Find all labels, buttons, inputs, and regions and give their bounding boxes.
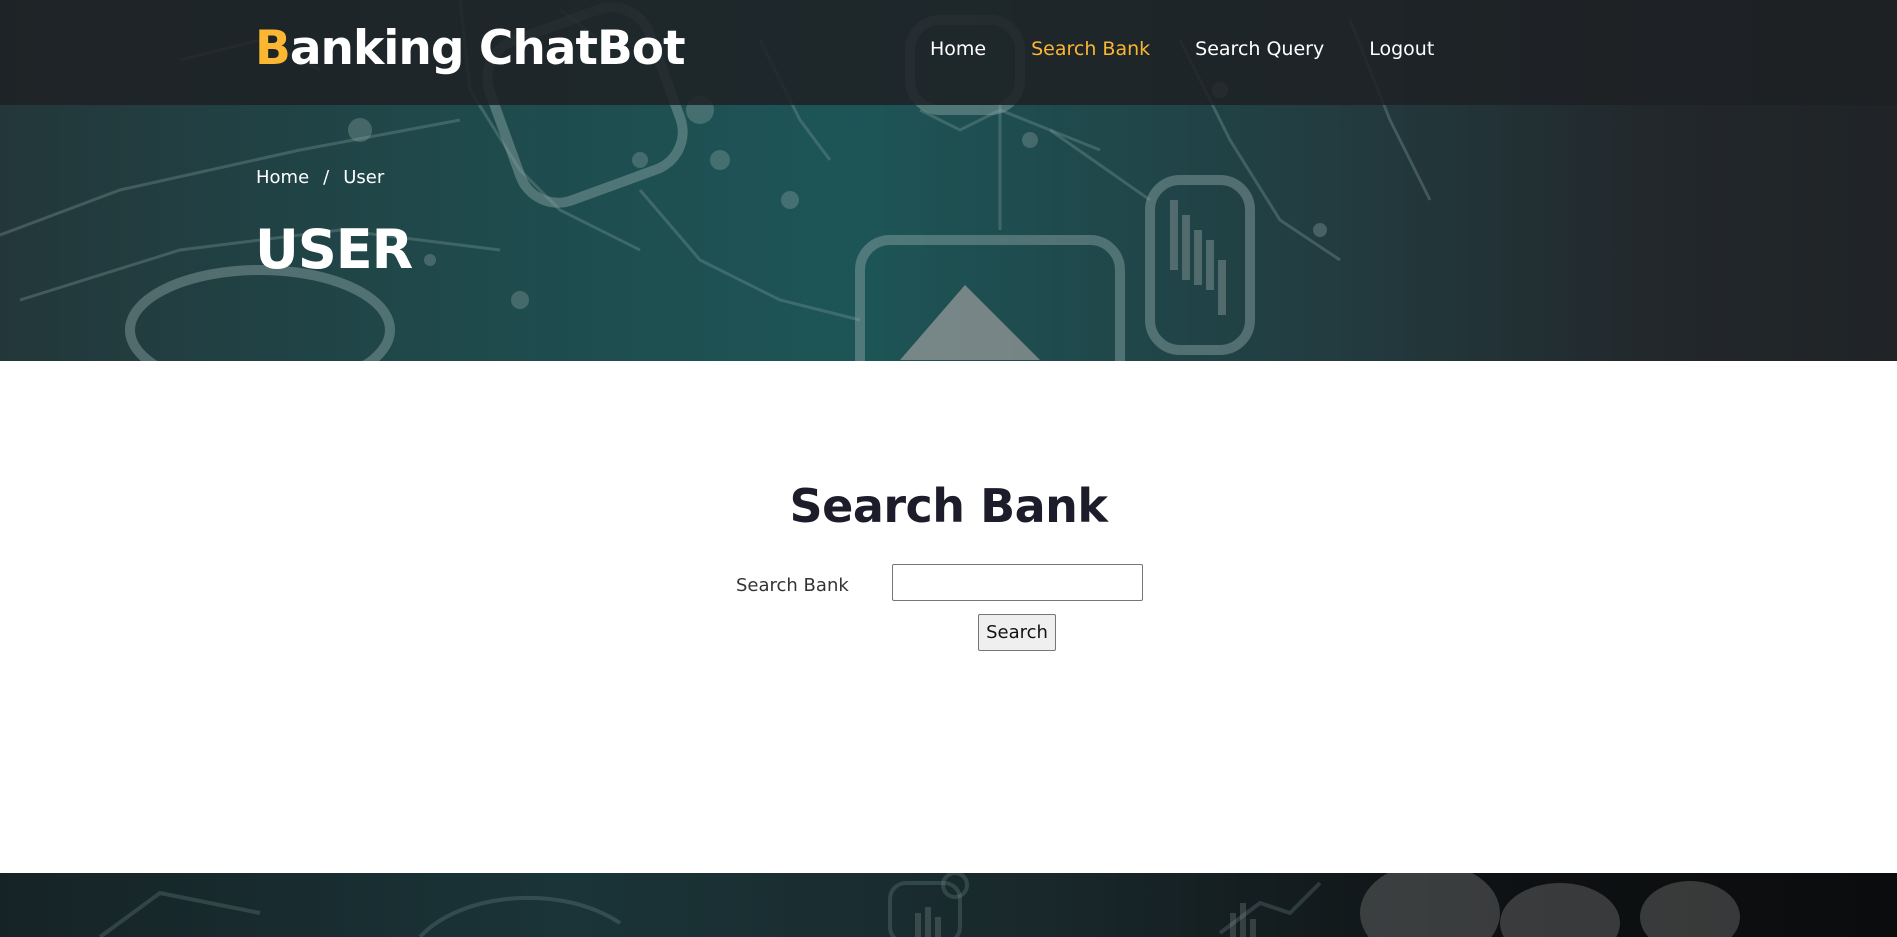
brand-logo-text: anking ChatBot — [289, 21, 686, 76]
page-title: USER — [255, 218, 413, 281]
breadcrumb-home-link[interactable]: Home — [256, 167, 309, 188]
page-footer — [0, 873, 1897, 937]
breadcrumb: Home / User — [256, 166, 384, 190]
main-nav: Home Search Bank Search Query Logout — [930, 36, 1479, 62]
search-bank-label: Search Bank — [736, 575, 849, 596]
search-bank-input[interactable] — [892, 564, 1143, 601]
footer-background-illustration — [98, 873, 1740, 937]
nav-item-search-query[interactable]: Search Query — [1195, 36, 1324, 62]
brand-logo-first-letter: B — [255, 21, 291, 76]
breadcrumb-current: User — [343, 167, 385, 188]
nav-item-home[interactable]: Home — [930, 36, 986, 62]
nav-item-search-bank[interactable]: Search Bank — [1031, 36, 1150, 62]
brand-logo[interactable]: Banking ChatBot — [255, 20, 686, 78]
breadcrumb-separator: / — [323, 167, 330, 188]
nav-item-logout[interactable]: Logout — [1369, 36, 1434, 62]
search-bank-heading: Search Bank — [789, 479, 1108, 533]
page-hero: Banking ChatBot Home Search Bank Search … — [0, 0, 1897, 361]
top-navigation-bar: Banking ChatBot Home Search Bank Search … — [0, 0, 1897, 105]
search-button[interactable]: Search — [978, 614, 1056, 651]
